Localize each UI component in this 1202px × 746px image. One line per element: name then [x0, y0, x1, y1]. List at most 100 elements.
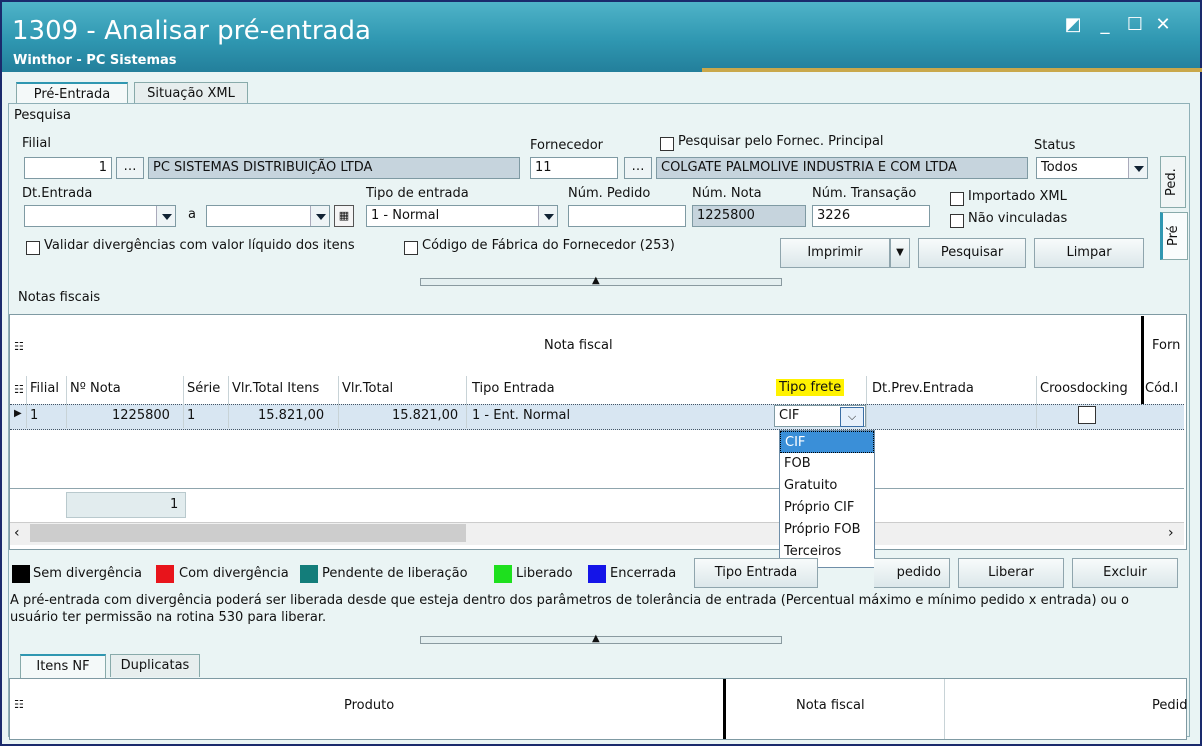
- tab-itens-nf[interactable]: Itens NF: [20, 654, 106, 678]
- pesquisar-button[interactable]: Pesquisar: [918, 238, 1026, 268]
- fornecedor-search-button[interactable]: …: [624, 157, 652, 179]
- legend-swatch-encerrada: [588, 565, 606, 583]
- fornecedor-name-field: COLGATE PALMOLIVE INDUSTRIA E COM LTDA: [656, 157, 1028, 179]
- fornecedor-input[interactable]: 11: [530, 157, 618, 179]
- col-vlr-total-itens[interactable]: Vlr.Total Itens: [232, 381, 319, 396]
- tab-situacao-xml[interactable]: Situação XML: [134, 82, 248, 105]
- frete-option-proprio-cif[interactable]: Próprio CIF: [780, 497, 874, 519]
- tipo-entrada-button[interactable]: Tipo Entrada: [694, 558, 818, 588]
- frete-option-fob[interactable]: FOB: [780, 453, 874, 475]
- imprimir-dropdown-icon[interactable]: ▼: [890, 238, 910, 268]
- scroll-right-icon[interactable]: ›: [1168, 525, 1174, 541]
- group-header-nota-fiscal-itens: Nota fiscal: [796, 698, 865, 713]
- frete-option-gratuito[interactable]: Gratuito: [780, 475, 874, 497]
- dt-entrada-label: Dt.Entrada: [22, 186, 93, 201]
- chevron-down-icon: [156, 206, 175, 226]
- tab-duplicatas[interactable]: Duplicatas: [110, 654, 200, 677]
- collapse-up-icon[interactable]: ▲: [592, 633, 600, 644]
- close-button[interactable]: ✕: [1150, 14, 1176, 35]
- title-bar: 1309 - Analisar pré-entrada Winthor - PC…: [2, 2, 1202, 72]
- status-select[interactable]: Todos: [1036, 157, 1148, 179]
- col-serie[interactable]: Série: [187, 381, 220, 396]
- importado-xml-checkbox[interactable]: [950, 192, 964, 206]
- tipo-frete-value: CIF: [779, 408, 800, 423]
- tipo-frete-select[interactable]: CIF ⌵: [774, 405, 866, 427]
- nao-vinculadas-label: Não vinculadas: [968, 211, 1068, 226]
- col-divider: [338, 376, 339, 428]
- side-tab-pre[interactable]: Pré: [1160, 212, 1188, 260]
- filial-input[interactable]: 1: [24, 157, 112, 179]
- legend-swatch-com-divergencia: [156, 565, 174, 583]
- col-divider: [866, 376, 867, 428]
- column-chooser-icon[interactable]: ☷: [14, 340, 24, 353]
- pesquisar-principal-checkbox[interactable]: [660, 137, 674, 151]
- scroll-left-icon[interactable]: ‹: [14, 525, 20, 541]
- validar-divergencias-checkbox[interactable]: [26, 241, 40, 255]
- chevron-down-icon: [538, 206, 557, 226]
- tipo-entrada-label: Tipo de entrada: [366, 186, 469, 201]
- num-transacao-input[interactable]: 3226: [812, 205, 930, 227]
- col-vlr-total[interactable]: Vlr.Total: [342, 381, 393, 396]
- col-tipo-frete[interactable]: Tipo frete: [776, 379, 845, 396]
- maximize-button[interactable]: ☐: [1122, 14, 1148, 35]
- group-header-nota-fiscal: Nota fiscal: [544, 338, 613, 353]
- col-croosdocking[interactable]: Croosdocking: [1040, 381, 1128, 396]
- grid-footer-divider: [10, 488, 1184, 489]
- cell-filial: 1: [30, 408, 39, 423]
- liberar-button[interactable]: Liberar: [958, 558, 1064, 588]
- imprimir-button[interactable]: Imprimir: [780, 238, 890, 268]
- cell-serie: 1: [187, 408, 196, 423]
- collapse-up-icon[interactable]: ▲: [592, 275, 600, 286]
- col-nota[interactable]: Nº Nota: [70, 381, 121, 396]
- footer-count: 1: [170, 497, 179, 512]
- calendar-icon[interactable]: ▦: [334, 205, 354, 227]
- num-nota-label: Núm. Nota: [692, 186, 762, 201]
- num-nota-input[interactable]: 1225800: [692, 205, 806, 227]
- col-tipo-entrada[interactable]: Tipo Entrada: [472, 381, 555, 396]
- limpar-button[interactable]: Limpar: [1034, 238, 1144, 268]
- legend-swatch-sem-divergencia: [12, 565, 30, 583]
- num-pedido-input[interactable]: [568, 205, 686, 227]
- col-cod[interactable]: Cód.I: [1145, 381, 1178, 396]
- pesquisar-principal-label: Pesquisar pelo Fornec. Principal: [678, 134, 884, 149]
- cell-tipo-entrada: 1 - Ent. Normal: [472, 408, 571, 423]
- cell-vlr-total: 15.821,00: [392, 408, 459, 423]
- splitter-bottom[interactable]: [420, 636, 782, 644]
- chevron-down-icon[interactable]: ⌵: [840, 407, 864, 427]
- minimize-button[interactable]: _: [1092, 14, 1118, 35]
- col-divider: [944, 679, 945, 739]
- nao-vinculadas-checkbox[interactable]: [950, 214, 964, 228]
- legend-swatch-pendente: [300, 565, 318, 583]
- side-tab-ped[interactable]: Ped.: [1160, 156, 1186, 208]
- col-divider: [183, 376, 184, 428]
- excluir-button[interactable]: Excluir: [1072, 558, 1178, 588]
- col-filial[interactable]: Filial: [30, 381, 59, 396]
- column-chooser-icon[interactable]: ☷: [14, 698, 24, 711]
- importado-xml-label: Importado XML: [968, 189, 1067, 204]
- dt-entrada-start-input[interactable]: [24, 205, 176, 227]
- filial-name-field: PC SISTEMAS DISTRIBUIÇÃO LTDA: [148, 157, 520, 179]
- num-pedido-label: Núm. Pedido: [568, 186, 651, 201]
- frete-option-cif[interactable]: CIF: [780, 431, 874, 453]
- cell-nota: 1225800: [112, 408, 170, 423]
- tipo-entrada-select[interactable]: 1 - Normal: [366, 205, 558, 227]
- filial-search-button[interactable]: …: [116, 157, 144, 179]
- frete-option-proprio-fob[interactable]: Próprio FOB: [780, 519, 874, 541]
- codigo-fabrica-label: Código de Fábrica do Fornecedor (253): [422, 238, 675, 253]
- dt-entrada-end-input[interactable]: [206, 205, 330, 227]
- scrollbar-thumb[interactable]: [30, 524, 466, 542]
- filial-label: Filial: [22, 136, 51, 151]
- row-chooser-icon[interactable]: ☷: [14, 383, 24, 396]
- cell-vlr-total-itens: 15.821,00: [258, 408, 325, 423]
- splitter-top[interactable]: [420, 278, 782, 286]
- vincular-pedido-button-tail[interactable]: pedido: [874, 558, 950, 588]
- croosdocking-checkbox[interactable]: [1078, 406, 1096, 424]
- legend-swatch-liberado: [494, 565, 512, 583]
- title-accent-stripe: [702, 68, 1202, 72]
- col-dt-prev-entrada[interactable]: Dt.Prev.Entrada: [872, 381, 974, 396]
- status-value: Todos: [1041, 160, 1078, 175]
- legend-label: Sem divergência: [33, 566, 142, 581]
- codigo-fabrica-checkbox[interactable]: [404, 241, 418, 255]
- date-range-separator: a: [188, 207, 196, 222]
- restore-icon[interactable]: ◩: [1060, 14, 1086, 35]
